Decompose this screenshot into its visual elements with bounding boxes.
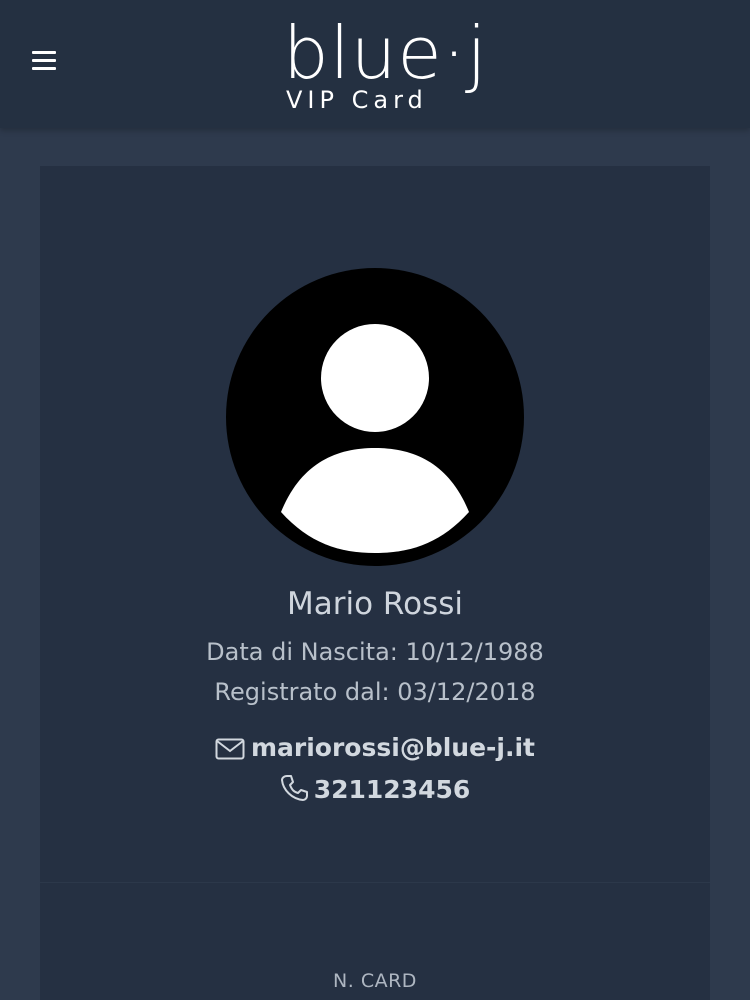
phone-icon bbox=[280, 775, 308, 801]
divider bbox=[40, 882, 710, 883]
registration-date: Registrato dal: 03/12/2018 bbox=[214, 678, 536, 706]
phone-row[interactable]: 321123456 bbox=[40, 773, 710, 807]
phone-text[interactable]: 321123456 bbox=[314, 775, 471, 804]
hamburger-menu-icon[interactable] bbox=[30, 48, 58, 74]
email-text[interactable]: mariorossi@blue-j.it bbox=[251, 733, 535, 762]
user-name: Mario Rossi bbox=[287, 586, 463, 622]
user-avatar-icon bbox=[226, 268, 524, 566]
email-row[interactable]: mariorossi@blue-j.it bbox=[40, 731, 710, 765]
logo-wordmark: blue·j bbox=[283, 11, 488, 95]
app-header: blue·j VIP Card bbox=[0, 0, 750, 128]
birth-date: Data di Nascita: 10/12/1988 bbox=[206, 638, 544, 666]
blue-j-logo: blue·j VIP Card bbox=[283, 10, 495, 118]
logo-subtitle: VIP Card bbox=[286, 86, 428, 114]
card-number-label: N. CARD bbox=[333, 970, 417, 992]
vip-card-panel: Mario Rossi Data di Nascita: 10/12/1988 … bbox=[40, 166, 710, 1000]
envelope-icon bbox=[215, 738, 245, 760]
